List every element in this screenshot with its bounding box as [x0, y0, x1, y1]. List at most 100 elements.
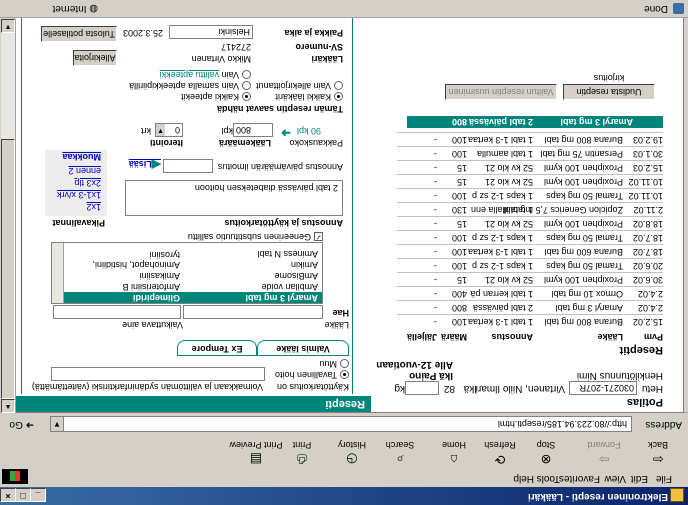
table-row[interactable]: 2.4.02 Ormox 10 mg tabl 1 tabl kerran pä 40…	[397, 286, 663, 300]
print-preview-button[interactable]: ▤ Print Preview	[226, 437, 286, 467]
cell-dose: 52 kv klo 21	[484, 177, 533, 187]
cell-qty: 15	[456, 275, 467, 285]
tab-valmis-laake[interactable]: Valmis lääke	[257, 340, 349, 356]
hetu-input[interactable]: 030271-207R	[569, 381, 637, 395]
cell-valid: -	[434, 205, 437, 215]
menu-tools[interactable]: Tools	[537, 473, 560, 484]
table-row[interactable]: 18.8.02 Proxiphen 100 kyml 52 kv klo 21 15 -	[397, 216, 663, 230]
add-link[interactable]: ◀Lisää	[129, 158, 161, 172]
scroll-thumb[interactable]	[1, 139, 15, 399]
under12-label: Alle 12-vuotiaan	[376, 359, 453, 370]
agent-search-input[interactable]	[53, 305, 181, 319]
selected-prescription-row[interactable]: Amaryl 3 mg tabl 2 tabl päivässä 800	[407, 116, 663, 128]
close-button[interactable]: ×	[0, 488, 16, 502]
table-row[interactable]: 30.6.02 Proxiphen 100 kyml 52 kv klo 21 15 -	[397, 272, 663, 286]
radio-normal-care[interactable]: Tavallinen hoito	[275, 369, 349, 380]
prescriptions-label: Reseptit	[619, 344, 663, 356]
cell-drug: Proxiphen 100 kyml	[543, 163, 623, 173]
menu-edit[interactable]: Edit	[631, 473, 648, 484]
age-value: 82	[443, 383, 455, 394]
quantity-input[interactable]: 800	[233, 123, 273, 137]
radio-selected-pharmacy[interactable]: Vain valittu apteekki	[160, 69, 251, 80]
menu-file[interactable]: File	[656, 473, 672, 484]
col-dose: Annostus	[491, 332, 534, 342]
iteration-select[interactable]: 0 ▼	[155, 123, 183, 137]
radio-signer-only[interactable]: Vain allekirjoittanut	[256, 80, 343, 91]
stop-button[interactable]: ⊗ Stop	[524, 437, 568, 467]
dosage-date-input[interactable]	[163, 159, 213, 173]
forward-button[interactable]: ⇨ Forward	[582, 437, 626, 467]
edit-quick-link[interactable]: Muokkaa	[62, 152, 101, 162]
go-button[interactable]: ➜ Go	[9, 419, 34, 430]
purpose-input[interactable]	[51, 367, 265, 381]
col-valid: Jäljellä	[406, 332, 437, 342]
cell-qty: 130	[451, 205, 467, 215]
quick-option[interactable]: ennen 2	[68, 166, 101, 176]
menu-view[interactable]: View	[605, 473, 627, 484]
drug-list[interactable]: Amaryl 3 mg tabl Glimepiridi Ambilan voi…	[51, 242, 323, 304]
maximize-button[interactable]: □	[15, 488, 31, 502]
generic-substitution-check[interactable]: ✓Geneerinen substituutio sallittu	[188, 231, 323, 242]
quick-option[interactable]: 2x3 tlp	[74, 178, 101, 188]
table-row[interactable]: 2.4.02 Amaryl 3 mg tabl 2 tabl päivässä 800…	[397, 300, 663, 314]
drug-list-item[interactable]: Amikin Aminohapot, histidiini, tyrosiini	[64, 250, 322, 270]
cell-drug: Amaryl 3 mg tabl	[555, 303, 623, 313]
table-row[interactable]: 18.7.02 Burana 600 mg tabl 1 tabl 1-3 kert…	[397, 244, 663, 258]
table-row[interactable]: 15.2.02 Burana 800 mg tabl 1 tabl 1-3 kert…	[397, 314, 663, 328]
menu-favorites[interactable]: Favorites	[559, 473, 600, 484]
renew-prescription-button[interactable]: Uudista reseptin kirjoitus	[563, 73, 655, 100]
dosage-label: Annostus ja käyttötarkoitus	[224, 218, 343, 228]
chevron-down-icon[interactable]: ▼	[51, 417, 64, 431]
radio-same-district[interactable]: Vain samalla apteekkipiirillä	[129, 80, 251, 91]
scroll-up-icon[interactable]: ▲	[1, 399, 15, 413]
cell-valid: -	[434, 289, 437, 299]
dosage-textarea[interactable]: 2 tabl päivässä diabeteksen hoitoon	[125, 180, 343, 216]
radio-all-pharmacies[interactable]: Kaikki apteekit	[181, 91, 251, 102]
go-arrow-icon: ➜	[25, 419, 34, 430]
radio-other[interactable]: Muu	[319, 358, 349, 369]
table-row[interactable]: 10.11.02 Proxiphen 100 kyml 52 kv klo 21 15…	[397, 174, 663, 188]
drug-list-item[interactable]: AmBisome Amikasiini	[64, 270, 322, 281]
address-input[interactable]: http://80.223.94.185/resepti.html ▼	[50, 416, 632, 432]
history-button[interactable]: ◷ History	[330, 437, 374, 467]
cell-qty: 15	[456, 177, 467, 187]
page-scrollbar[interactable]: ▲ ▼	[1, 19, 16, 413]
drug-search-input[interactable]	[183, 305, 323, 319]
table-row[interactable]: 18.7.02 Tramal 50 mg kaps 1 kaps 1-2 sz p 1…	[397, 230, 663, 244]
cell-drug: Burana 800 mg tabl	[544, 135, 623, 145]
radio-all-doctors[interactable]: Kaikki lääkärit	[275, 91, 343, 102]
radio-normal-dot	[340, 369, 349, 379]
cell-date: 10.11.02	[628, 191, 663, 201]
iteration-label: Iterointi	[150, 138, 183, 148]
home-icon: ⌂	[450, 452, 458, 467]
menu-bar: File Edit View Favorites Tools Help	[0, 468, 688, 487]
minimize-button[interactable]: _	[30, 488, 46, 502]
menu-help[interactable]: Help	[513, 473, 534, 484]
renew-selected-button[interactable]: Valitun reseptin uusiminen	[445, 84, 557, 100]
refresh-button[interactable]: ⟳ Refresh	[478, 437, 522, 467]
table-row[interactable]: 19.2.03 Burana 800 mg tabl 1 tabl 1-3 kert…	[397, 132, 663, 146]
quick-option[interactable]: 1x1-3 x/vrk	[57, 190, 101, 200]
tab-ex-tempore[interactable]: Ex Tempore	[177, 340, 257, 356]
table-row[interactable]: 20.6.02 Tramal 50 mg kaps 1 kaps 1-2 sz p 1…	[397, 258, 663, 272]
table-row[interactable]: 30.1.03 Persantin 75 mg tabl 1 tabl aamull…	[397, 146, 663, 160]
place-input[interactable]: Helsinki	[169, 25, 253, 39]
quick-option[interactable]: 1x2	[86, 202, 101, 212]
search-button[interactable]: ⌕ Search	[378, 437, 422, 467]
sign-button[interactable]: Allekirjoita	[73, 50, 117, 66]
print-for-patient-button[interactable]: Tulosta potilaselle	[41, 26, 117, 42]
scroll-down-icon[interactable]: ▼	[1, 19, 15, 33]
home-button[interactable]: ⌂ Home	[432, 437, 476, 467]
drug-list-selected[interactable]: Amaryl 3 mg tabl Glimepiridi	[64, 292, 322, 303]
chevron-down-icon[interactable]: ▼	[156, 124, 165, 136]
cell-dose: 1 tabl 1-3 kertaa	[467, 317, 533, 327]
weight-input[interactable]	[405, 381, 439, 395]
drug-list-item[interactable]: Aminess N tabl	[64, 248, 322, 259]
table-row[interactable]: 15.2.03 Proxiphen 100 kyml 52 kv klo 21 15 -	[397, 160, 663, 174]
table-row[interactable]: 10.11.02 Tramal 50 mg kaps 1 kaps 1-2 sz p…	[397, 188, 663, 202]
table-row[interactable]: 2.11.02 Zopiclon Generics 7,5 mg tabl 1 ta…	[397, 202, 663, 216]
print-button[interactable]: ⎙ Print	[280, 437, 324, 467]
drug-list-scrollbar[interactable]	[52, 243, 64, 303]
drug-list-item[interactable]: Ambilan voide Amfoterisiini B	[64, 281, 322, 292]
back-button[interactable]: ⇦ Back	[636, 437, 680, 467]
